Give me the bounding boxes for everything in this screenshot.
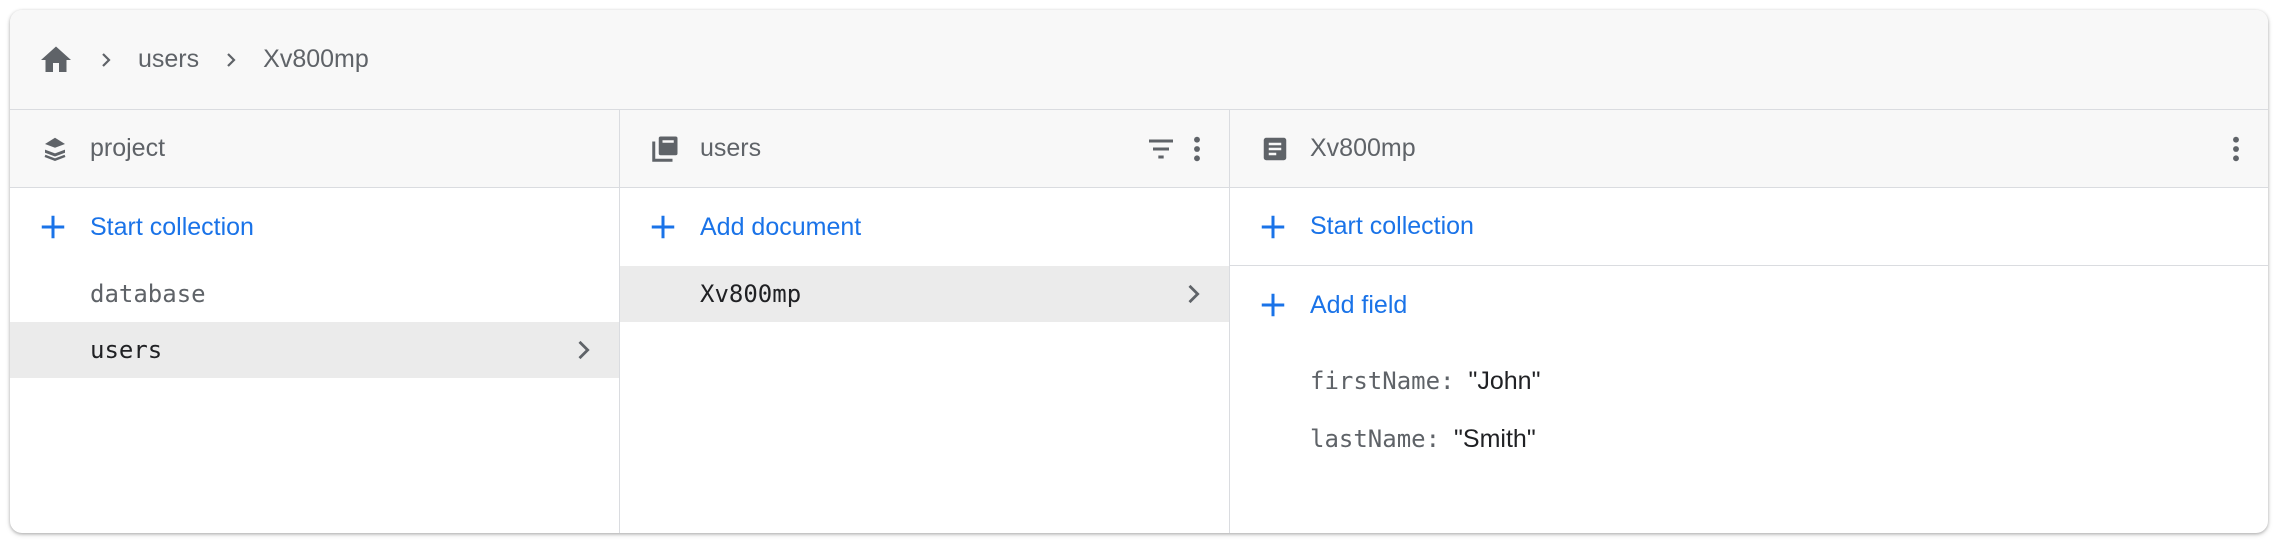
field-value: "Smith" xyxy=(1454,424,1536,453)
filter-icon[interactable] xyxy=(1143,131,1179,167)
document-panel-header: Xv800mp xyxy=(1230,110,2268,188)
collection-panel-header: users xyxy=(620,110,1229,188)
breadcrumb: users Xv800mp xyxy=(10,10,2268,110)
home-icon[interactable] xyxy=(38,42,74,78)
collection-panel-title: users xyxy=(700,134,762,162)
add-field-button[interactable]: Add field xyxy=(1230,266,2268,344)
add-document-label: Add document xyxy=(700,212,862,241)
start-collection-label: Start collection xyxy=(90,212,254,241)
list-item-label: users xyxy=(90,336,163,364)
list-item-label: database xyxy=(90,280,206,308)
chevron-right-icon xyxy=(219,48,243,72)
firestore-data-viewer: users Xv800mp project Start collection d… xyxy=(10,10,2268,533)
root-panel-title: project xyxy=(90,134,166,162)
list-item-label: Xv800mp xyxy=(700,280,802,308)
chevron-right-icon xyxy=(94,48,118,72)
field-key: firstName xyxy=(1310,367,1441,395)
document-panel: Xv800mp Start collection Add field first… xyxy=(1230,110,2268,533)
field-row[interactable]: lastName : "Smith" xyxy=(1230,410,2268,468)
field-value: "John" xyxy=(1468,366,1541,395)
field-colon: : xyxy=(1425,425,1441,453)
root-panel: project Start collection database users xyxy=(10,110,620,533)
document-header-actions xyxy=(2218,110,2254,187)
panel-columns: project Start collection database users xyxy=(10,110,2268,533)
list-item-users[interactable]: users xyxy=(10,322,619,378)
more-vert-icon[interactable] xyxy=(2218,131,2254,167)
field-colon: : xyxy=(1440,367,1455,395)
plus-icon xyxy=(41,215,65,239)
field-key: lastName xyxy=(1310,425,1426,453)
more-vert-icon[interactable] xyxy=(1179,131,1215,167)
chevron-right-icon xyxy=(578,340,590,360)
plus-icon xyxy=(1261,293,1285,317)
start-collection-button[interactable]: Start collection xyxy=(10,188,619,266)
list-item-document[interactable]: Xv800mp xyxy=(620,266,1229,322)
collection-icon xyxy=(650,134,680,164)
project-stack-icon xyxy=(40,134,70,164)
start-subcollection-button[interactable]: Start collection xyxy=(1230,188,2268,266)
plus-icon xyxy=(1261,215,1285,238)
start-collection-label: Start collection xyxy=(1310,212,1474,240)
chevron-right-icon xyxy=(1188,284,1200,304)
field-row[interactable]: firstName : "John" xyxy=(1230,352,2268,410)
document-panel-title: Xv800mp xyxy=(1310,134,1416,162)
document-icon xyxy=(1260,134,1290,164)
collection-header-actions xyxy=(1143,110,1215,187)
add-field-label: Add field xyxy=(1310,290,1408,319)
breadcrumb-users[interactable]: users xyxy=(138,45,199,74)
add-document-button[interactable]: Add document xyxy=(620,188,1229,266)
list-item-database[interactable]: database xyxy=(10,266,619,322)
plus-icon xyxy=(651,215,675,239)
collection-panel: users Add document Xv800mp xyxy=(620,110,1230,533)
breadcrumb-document[interactable]: Xv800mp xyxy=(263,45,369,74)
root-panel-header: project xyxy=(10,110,619,188)
